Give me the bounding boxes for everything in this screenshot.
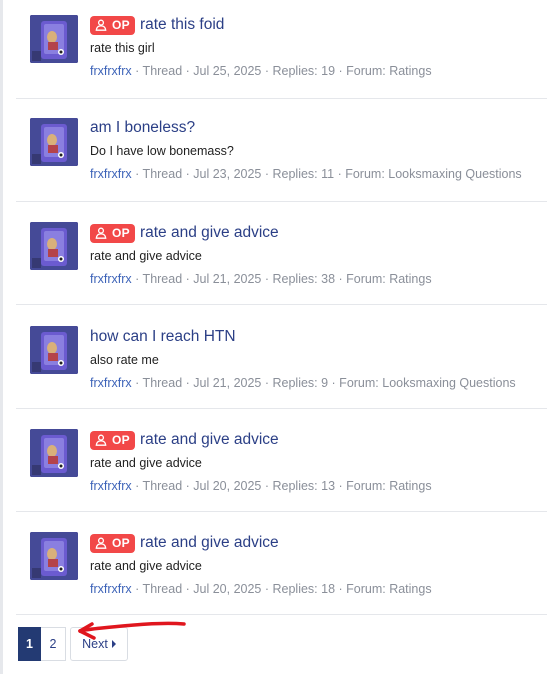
title-row: OP rate this foid [90, 14, 539, 36]
result-body: OP rate and give advice rate and give advi… [90, 532, 539, 598]
thread-title-link[interactable]: how can I reach HTN [90, 328, 236, 346]
op-badge: OP [90, 15, 135, 35]
title-row: am I boneless? [90, 117, 539, 139]
avatar[interactable] [30, 326, 78, 374]
meta-details: · Thread · Jul 21, 2025 · Replies: 9 · F… [131, 376, 516, 390]
op-badge: OP [90, 223, 135, 243]
page-1-button[interactable]: 1 [18, 627, 41, 661]
snippet: rate and give advice [90, 456, 202, 470]
result-body: am I boneless? Do I have low bonemass? frx… [90, 117, 539, 183]
result-item: how can I reach HTN also rate me frxfrxfrx… [16, 305, 547, 409]
snippet: Do I have low bonemass? [90, 144, 234, 158]
op-badge-label: OP [112, 18, 130, 32]
avatar[interactable] [30, 222, 78, 270]
result-body: OP rate and give advice rate and give advi… [90, 222, 539, 288]
meta-line: frxfrxfrx · Thread · Jul 23, 2025 · Repl… [90, 165, 539, 183]
user-icon [95, 537, 107, 549]
avatar[interactable] [30, 532, 78, 580]
meta-details: · Thread · Jul 21, 2025 · Replies: 38 · … [131, 272, 432, 286]
thread-title-link[interactable]: rate this foid [140, 16, 224, 34]
meta-details: · Thread · Jul 23, 2025 · Replies: 11 · … [131, 167, 522, 181]
op-badge: OP [90, 430, 135, 450]
avatar[interactable] [30, 15, 78, 63]
author-link[interactable]: frxfrxfrx [90, 167, 132, 181]
title-row: OP rate and give advice [90, 532, 539, 554]
author-link[interactable]: frxfrxfrx [90, 376, 132, 390]
thread-title-link[interactable]: am I boneless? [90, 119, 195, 137]
result-body: OP rate and give advice rate and give advi… [90, 429, 539, 495]
snippet: also rate me [90, 353, 159, 367]
op-badge: OP [90, 533, 135, 553]
user-icon [95, 227, 107, 239]
meta-line: frxfrxfrx · Thread · Jul 20, 2025 · Repl… [90, 477, 539, 495]
result-body: OP rate this foid rate this girl frxfrxfrx … [90, 14, 539, 80]
meta-line: frxfrxfrx · Thread · Jul 20, 2025 · Repl… [90, 580, 539, 598]
avatar[interactable] [30, 118, 78, 166]
page-2-button[interactable]: 2 [41, 627, 66, 661]
result-item: OP rate and give advice rate and give advi… [16, 512, 547, 615]
user-icon [95, 19, 107, 31]
author-link[interactable]: frxfrxfrx [90, 272, 132, 286]
meta-line: frxfrxfrx · Thread · Jul 25, 2025 · Repl… [90, 62, 539, 80]
meta-line: frxfrxfrx · Thread · Jul 21, 2025 · Repl… [90, 374, 539, 392]
result-item: OP rate and give advice rate and give advi… [16, 202, 547, 305]
meta-details: · Thread · Jul 25, 2025 · Replies: 19 · … [131, 64, 432, 78]
result-item: OP rate and give advice rate and give advi… [16, 409, 547, 512]
avatar[interactable] [30, 429, 78, 477]
thread-title-link[interactable]: rate and give advice [140, 224, 279, 242]
author-link[interactable]: frxfrxfrx [90, 582, 132, 596]
thread-title-link[interactable]: rate and give advice [140, 534, 279, 552]
user-icon [95, 434, 107, 446]
title-row: how can I reach HTN [90, 326, 539, 348]
red-arrow-annotation [78, 621, 186, 640]
title-row: OP rate and give advice [90, 222, 539, 244]
author-link[interactable]: frxfrxfrx [90, 479, 132, 493]
search-results-page: OP rate this foid rate this girl frxfrxfrx … [0, 0, 547, 674]
title-row: OP rate and give advice [90, 429, 539, 451]
author-link[interactable]: frxfrxfrx [90, 64, 132, 78]
op-badge-label: OP [112, 536, 130, 550]
snippet: rate this girl [90, 41, 155, 55]
result-item: OP rate this foid rate this girl frxfrxfrx … [16, 0, 547, 99]
snippet: rate and give advice [90, 249, 202, 263]
meta-details: · Thread · Jul 20, 2025 · Replies: 13 · … [131, 479, 432, 493]
meta-line: frxfrxfrx · Thread · Jul 21, 2025 · Repl… [90, 270, 539, 288]
op-badge-label: OP [112, 433, 130, 447]
result-body: how can I reach HTN also rate me frxfrxfrx… [90, 326, 539, 392]
left-rail [0, 0, 3, 674]
result-item: am I boneless? Do I have low bonemass? frx… [16, 99, 547, 202]
op-badge-label: OP [112, 226, 130, 240]
meta-details: · Thread · Jul 20, 2025 · Replies: 18 · … [131, 582, 432, 596]
snippet: rate and give advice [90, 559, 202, 573]
thread-title-link[interactable]: rate and give advice [140, 431, 279, 449]
